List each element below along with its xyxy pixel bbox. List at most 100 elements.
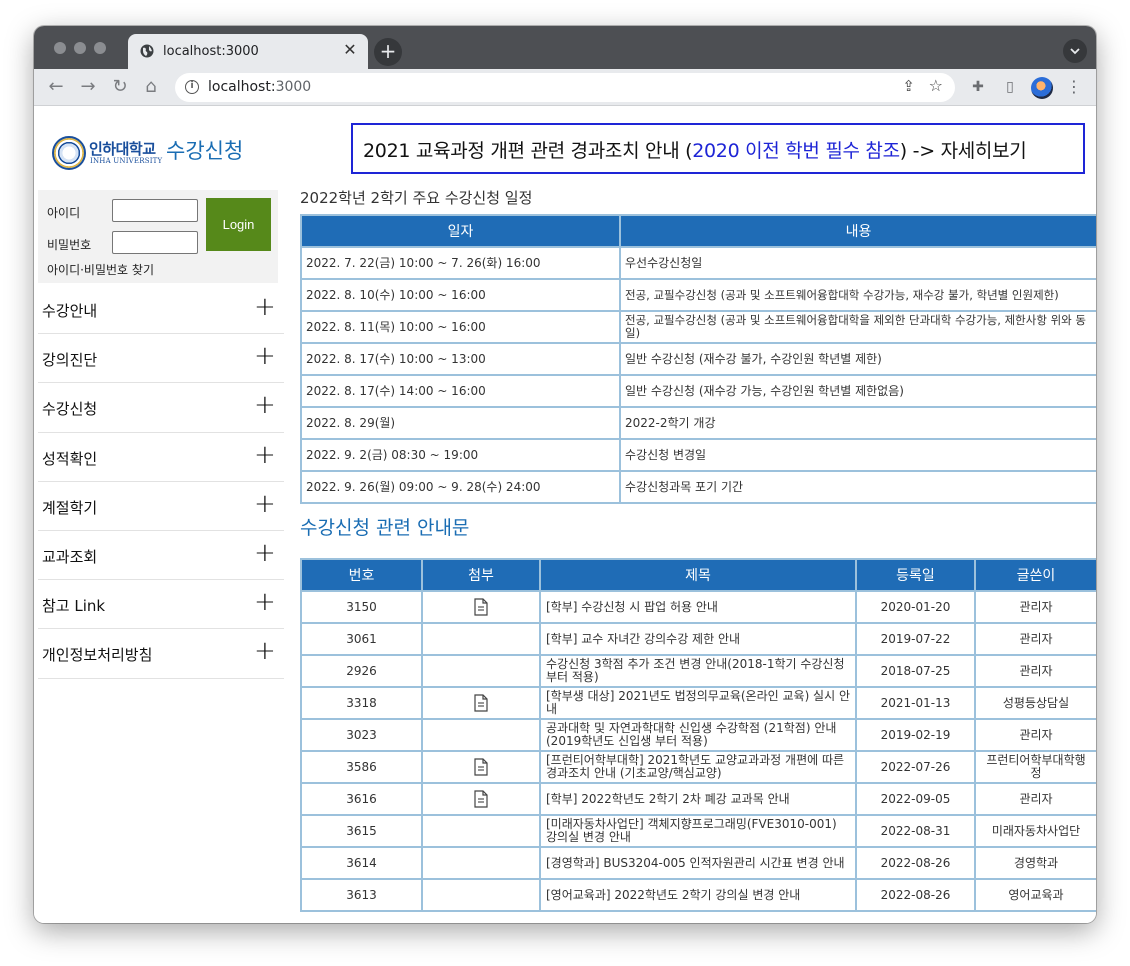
table-row[interactable]: 3616 [학부] 2022학년도 2학기 2차 폐강 교과목 안내 2022-09… — [300, 782, 1096, 816]
password-input[interactable] — [112, 231, 198, 254]
column-header-date: 일자 — [300, 214, 621, 248]
plus-icon[interactable]: + — [254, 294, 276, 320]
table-row[interactable]: 3586 [프런티어학부대학] 2021학년도 교양교과과정 개편에 따른 경과조… — [300, 750, 1096, 784]
post-attachment — [421, 846, 541, 880]
post-title-link[interactable]: [미래자동차사업단] 객체지향프로그래밍(FVE3010-001) 강의실 변경… — [539, 814, 857, 848]
plus-icon[interactable]: + — [254, 343, 276, 369]
post-date: 2020-01-20 — [855, 590, 976, 624]
post-title-link[interactable]: 수강신청 3학점 추가 조건 변경 안내(2018-1학기 수강신청부터 적용) — [539, 654, 857, 688]
table-row[interactable]: 3150 [학부] 수강신청 시 팝업 허용 안내 2020-01-20 관리자 — [300, 590, 1096, 624]
post-attachment[interactable] — [421, 686, 541, 720]
back-arrow-icon[interactable]: ← — [44, 75, 68, 99]
tab-search-button[interactable] — [1063, 39, 1087, 63]
file-attachment-icon[interactable] — [474, 790, 488, 808]
sidebar-item-links[interactable]: 참고 Link + — [38, 580, 284, 630]
schedule-date: 2022. 9. 2(금) 08:30 ~ 19:00 — [300, 438, 621, 472]
post-title-link[interactable]: [영어교육과] 2022학년도 2학기 강의실 변경 안내 — [539, 878, 857, 912]
schedule-date: 2022. 9. 26(월) 09:00 ~ 9. 28(수) 24:00 — [300, 470, 621, 504]
post-title-link[interactable]: [학부] 교수 자녀간 강의수강 제한 안내 — [539, 622, 857, 656]
new-tab-button[interactable]: + — [374, 38, 402, 66]
id-label: 아이디 — [47, 206, 81, 220]
login-button[interactable]: Login — [206, 198, 271, 251]
post-title-link[interactable]: [경영학과] BUS3204-005 인적자원관리 시간표 변경 안내 — [539, 846, 857, 880]
home-icon[interactable]: ⌂ — [139, 75, 163, 99]
browser-menu-icon[interactable]: ⋮ — [1066, 76, 1082, 98]
post-date: 2021-01-13 — [855, 686, 976, 720]
plus-icon[interactable]: + — [254, 589, 276, 615]
table-row[interactable]: 3613 [영어교육과] 2022학년도 2학기 강의실 변경 안내 2022-08… — [300, 878, 1096, 912]
schedule-content: 전공, 교필수강신청 (공과 및 소프트웨어융합대학을 제외한 단과대학 수강가… — [619, 310, 1096, 344]
plus-icon[interactable]: + — [254, 442, 276, 468]
close-tab-icon[interactable]: ✕ — [340, 40, 360, 60]
page-title[interactable]: 수강신청 — [166, 135, 243, 165]
id-input[interactable] — [112, 199, 198, 222]
file-attachment-icon[interactable] — [474, 598, 488, 616]
sidebar-item-seasonal[interactable]: 계절학기 + — [38, 482, 284, 531]
sidebar-item-registration[interactable]: 수강신청 + — [38, 383, 284, 433]
close-window-dot[interactable] — [54, 42, 66, 54]
minimize-window-dot[interactable] — [74, 42, 86, 54]
reload-icon[interactable]: ↻ — [108, 75, 132, 99]
schedule-content: 수강신청과목 포기 기간 — [619, 470, 1096, 504]
find-account-link[interactable]: 아이디·비밀번호 찾기 — [47, 261, 154, 278]
file-attachment-icon[interactable] — [474, 758, 488, 776]
curriculum-notice-banner[interactable]: 2021 교육과정 개편 관련 경과조치 안내 (2020 이전 학번 필수 참… — [351, 123, 1085, 174]
post-title-link[interactable]: [학부] 수강신청 시 팝업 허용 안내 — [539, 590, 857, 624]
sidebar-item-course-guide[interactable]: 수강안내 + — [38, 285, 284, 335]
table-row[interactable]: 2926 수강신청 3학점 추가 조건 변경 안내(2018-1학기 수강신청부터… — [300, 654, 1096, 688]
browser-tab[interactable]: localhost:3000 ✕ — [128, 34, 368, 69]
post-attachment[interactable] — [421, 590, 541, 624]
password-label: 비밀번호 — [47, 238, 92, 252]
sidebar-item-course-search[interactable]: 교과조회 + — [38, 531, 284, 581]
table-row[interactable]: 3318 [학부생 대상] 2021년도 법정의무교육(온라인 교육) 실시 안내… — [300, 686, 1096, 720]
post-title-link[interactable]: 공과대학 및 자연과학대학 신입생 수강학점 (21학점) 안내(2019학년도… — [539, 718, 857, 752]
table-row: 2022. 7. 22(금) 10:00 ~ 7. 26(화) 16:00 우선수… — [300, 246, 1096, 280]
table-row: 2022. 8. 10(수) 10:00 ~ 16:00 전공, 교필수강신청 (… — [300, 278, 1096, 312]
sidebar-item-label: 교과조회 — [42, 547, 98, 566]
forward-arrow-icon[interactable]: → — [76, 75, 100, 99]
schedule-content: 우선수강신청일 — [619, 246, 1096, 280]
share-icon[interactable]: ⇪ — [902, 77, 915, 95]
bookmark-star-icon[interactable]: ☆ — [929, 76, 943, 95]
post-author: 관리자 — [974, 782, 1096, 816]
profile-avatar[interactable] — [1031, 77, 1053, 99]
post-number: 3023 — [300, 718, 423, 752]
post-number: 3616 — [300, 782, 423, 816]
plus-icon[interactable]: + — [254, 392, 276, 418]
extensions-puzzle-icon[interactable]: ✚ — [969, 78, 987, 96]
post-attachment[interactable] — [421, 782, 541, 816]
notice-highlight[interactable]: 2020 이전 학번 필수 참조 — [692, 140, 900, 162]
sidebar-item-grades[interactable]: 성적확인 + — [38, 433, 284, 482]
post-date: 2022-09-05 — [855, 782, 976, 816]
schedule-date: 2022. 8. 17(수) 10:00 ~ 13:00 — [300, 342, 621, 376]
table-row: 2022. 8. 17(수) 14:00 ~ 16:00 일반 수강신청 (재수강… — [300, 374, 1096, 408]
site-info-icon[interactable]: i — [185, 80, 199, 94]
table-row[interactable]: 3615 [미래자동차사업단] 객체지향프로그래밍(FVE3010-001) 강의… — [300, 814, 1096, 848]
table-header-row: 번호 첨부 제목 등록일 글쓴이 — [300, 558, 1096, 592]
table-row[interactable]: 3023 공과대학 및 자연과학대학 신입생 수강학점 (21학점) 안내(201… — [300, 718, 1096, 752]
zoom-window-dot[interactable] — [94, 42, 106, 54]
sidebar-item-label: 성적확인 — [42, 449, 98, 468]
side-panel-icon[interactable]: ▯ — [1001, 78, 1019, 96]
plus-icon[interactable]: + — [254, 638, 276, 664]
schedule-content: 전공, 교필수강신청 (공과 및 소프트웨어융합대학 수강가능, 재수강 불가,… — [619, 278, 1096, 312]
sidebar-menu: 수강안내 + 강의진단 + 수강신청 + 성적확인 + 계절학기 + 교과조회 + 참고 L… — [38, 285, 284, 679]
post-title-link[interactable]: [프런티어학부대학] 2021학년도 교양교과과정 개편에 따른 경과조치 안내… — [539, 750, 857, 784]
plus-icon[interactable]: + — [254, 540, 276, 566]
chevron-down-icon — [1070, 48, 1080, 55]
address-bar[interactable]: i localhost:3000 ⇪ ☆ — [175, 73, 955, 102]
post-attachment[interactable] — [421, 750, 541, 784]
post-title-link[interactable]: [학부] 2022학년도 2학기 2차 폐강 교과목 안내 — [539, 782, 857, 816]
sidebar-item-lecture-diagnosis[interactable]: 강의진단 + — [38, 334, 284, 384]
guides-title: 수강신청 관련 안내문 — [300, 517, 470, 539]
post-title-link[interactable]: [학부생 대상] 2021년도 법정의무교육(온라인 교육) 실시 안내 — [539, 686, 857, 720]
post-number: 3318 — [300, 686, 423, 720]
plus-icon[interactable]: + — [254, 491, 276, 517]
table-row[interactable]: 3614 [경영학과] BUS3204-005 인적자원관리 시간표 변경 안내 2… — [300, 846, 1096, 880]
guides-table: 번호 첨부 제목 등록일 글쓴이 3150 [학부] 수강신청 시 팝업 허용 안… — [300, 558, 1096, 912]
notice-suffix[interactable]: ) -> 자세히보기 — [900, 140, 1027, 162]
sidebar-item-privacy[interactable]: 개인정보처리방침 + — [38, 629, 284, 679]
post-author: 미래자동차사업단 — [974, 814, 1096, 848]
table-row[interactable]: 3061 [학부] 교수 자녀간 강의수강 제한 안내 2019-07-22 관리자 — [300, 622, 1096, 656]
file-attachment-icon[interactable] — [474, 694, 488, 712]
